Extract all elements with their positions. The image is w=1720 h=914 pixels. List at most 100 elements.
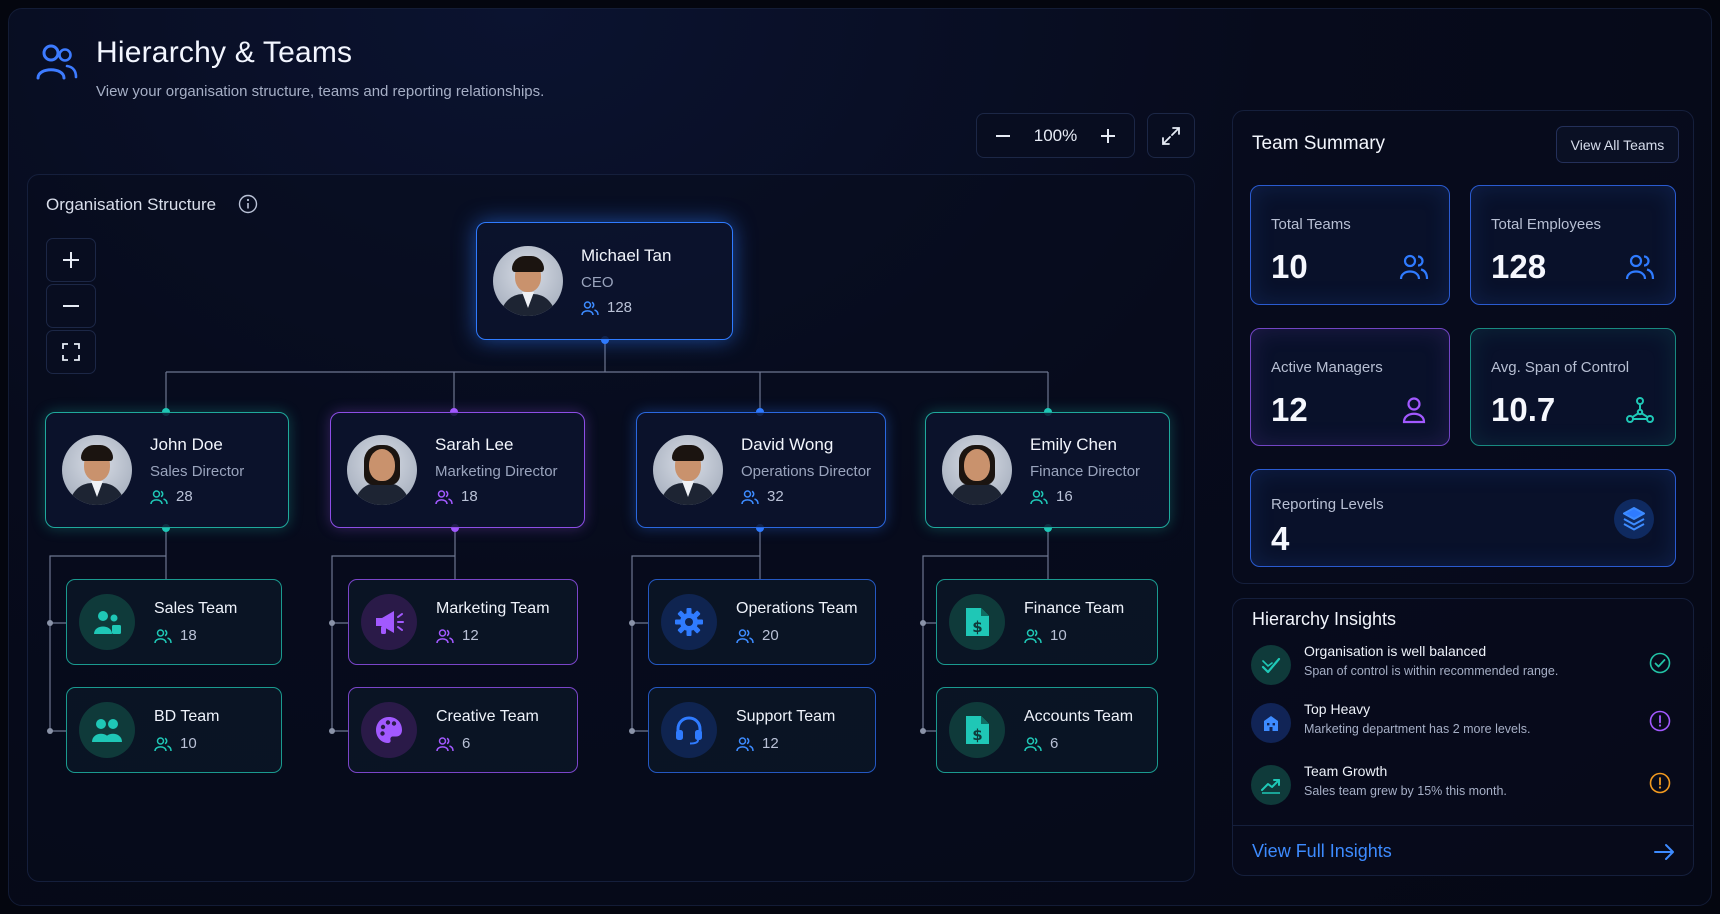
team-headcount: 10 [1050, 627, 1067, 644]
team-headcount: 12 [462, 627, 479, 644]
person-name: David Wong [741, 435, 834, 454]
view-full-insights-link[interactable]: View Full Insights [1252, 841, 1392, 862]
users-icon [1030, 489, 1048, 504]
insights-title: Hierarchy Insights [1252, 609, 1397, 629]
users-icon [436, 628, 454, 643]
insight-title: Top Heavy [1304, 701, 1371, 717]
trend-up-icon [1251, 765, 1291, 805]
stat-total-teams: Total Teams 10 [1250, 185, 1450, 305]
person-role: Operations Director [741, 463, 872, 480]
insight-title: Team Growth [1304, 763, 1388, 779]
team-name: BD Team [154, 708, 220, 725]
team-headcount: 10 [180, 735, 197, 752]
director-card-operations[interactable]: David Wong Operations Director 32 [636, 412, 886, 528]
gear-icon [661, 594, 717, 650]
team-name: Accounts Team [1024, 708, 1134, 725]
person-role: Finance Director [1030, 463, 1141, 480]
director-card-marketing[interactable]: Sarah Lee Marketing Director 18 [330, 412, 585, 528]
team-summary-title: Team Summary [1252, 133, 1386, 154]
stat-value: 12 [1271, 391, 1308, 428]
team-card-sales[interactable]: Sales Team 18 [66, 579, 282, 665]
team-name: Support Team [736, 708, 836, 725]
user-icon [1402, 397, 1426, 424]
users-icon [154, 628, 172, 643]
stat-label: Active Managers [1271, 359, 1383, 376]
view-all-teams-button[interactable]: View All Teams [1556, 126, 1679, 163]
avatar [62, 435, 132, 505]
insight-item[interactable]: Top Heavy Marketing department has 2 mor… [1251, 701, 1671, 745]
users-icon [1625, 254, 1655, 280]
users-icon [435, 489, 453, 504]
alert-circle-icon [1649, 710, 1671, 732]
person-name: John Doe [150, 435, 223, 454]
person-name: Sarah Lee [435, 435, 514, 454]
team-card-accounts[interactable]: $ Accounts Team 6 [936, 687, 1158, 773]
stat-label: Reporting Levels [1271, 496, 1384, 513]
users-icon [1024, 736, 1042, 751]
person-role: CEO [581, 274, 614, 291]
stat-label: Avg. Span of Control [1491, 359, 1630, 376]
users-icon [736, 736, 754, 751]
users-icon [79, 702, 135, 758]
team-headcount: 12 [762, 735, 779, 752]
headcount: 16 [1056, 488, 1073, 505]
headset-icon [661, 702, 717, 758]
team-name: Sales Team [154, 600, 238, 617]
alert-circle-icon [1649, 772, 1671, 794]
dollar-document-icon: $ [949, 594, 1005, 650]
team-name: Finance Team [1024, 600, 1125, 617]
person-name: Emily Chen [1030, 435, 1117, 454]
insight-title: Organisation is well balanced [1304, 643, 1487, 659]
megaphone-icon [361, 594, 417, 650]
users-icon [741, 489, 759, 504]
person-role: Marketing Director [435, 463, 558, 480]
insight-description: Sales team grew by 15% this month. [1304, 784, 1507, 798]
insight-description: Span of control is within recommended ra… [1304, 664, 1559, 678]
team-headcount: 6 [462, 735, 471, 752]
team-card-operations[interactable]: Operations Team 20 [648, 579, 876, 665]
stat-total-employees: Total Employees 128 [1470, 185, 1676, 305]
user-group-icon [79, 594, 135, 650]
users-icon [581, 300, 599, 315]
avatar [942, 435, 1012, 505]
insight-item[interactable]: Team Growth Sales team grew by 15% this … [1251, 763, 1671, 807]
svg-text:$: $ [972, 618, 982, 636]
team-name: Creative Team [436, 708, 539, 725]
stat-avg-span: Avg. Span of Control 10.7 [1470, 328, 1676, 446]
palette-icon [361, 702, 417, 758]
headcount: 32 [767, 488, 784, 505]
team-headcount: 18 [180, 627, 197, 644]
insight-item[interactable]: Organisation is well balanced Span of co… [1251, 643, 1671, 687]
building-icon [1251, 703, 1291, 743]
team-card-marketing[interactable]: Marketing Team 12 [348, 579, 578, 665]
person-role: Sales Director [150, 463, 245, 480]
avatar [653, 435, 723, 505]
team-name: Marketing Team [436, 600, 550, 617]
stat-label: Total Employees [1491, 216, 1602, 233]
headcount: 28 [176, 488, 193, 505]
trend-check-icon [1251, 645, 1291, 685]
stat-reporting-levels: Reporting Levels 4 [1250, 469, 1676, 567]
team-card-bd[interactable]: BD Team 10 [66, 687, 282, 773]
svg-text:$: $ [972, 726, 982, 744]
users-icon [1024, 628, 1042, 643]
avatar [493, 246, 563, 316]
team-card-support[interactable]: Support Team 12 [648, 687, 876, 773]
stat-value: 4 [1271, 520, 1290, 557]
team-card-finance[interactable]: $ Finance Team 10 [936, 579, 1158, 665]
stat-label: Total Teams [1271, 216, 1351, 233]
team-headcount: 6 [1050, 735, 1059, 752]
layers-icon [1614, 499, 1654, 539]
director-card-sales[interactable]: John Doe Sales Director 28 [45, 412, 289, 528]
users-icon [154, 736, 172, 751]
stat-value: 128 [1491, 248, 1547, 285]
stat-value: 10.7 [1491, 391, 1556, 428]
ceo-card[interactable]: Michael Tan CEO 128 [476, 222, 733, 340]
arrow-right-icon[interactable] [1652, 840, 1676, 864]
users-icon [150, 489, 168, 504]
director-card-finance[interactable]: Emily Chen Finance Director 16 [925, 412, 1170, 528]
team-card-creative[interactable]: Creative Team 6 [348, 687, 578, 773]
dollar-document-icon: $ [949, 702, 1005, 758]
headcount: 18 [461, 488, 478, 505]
insight-description: Marketing department has 2 more levels. [1304, 722, 1531, 736]
